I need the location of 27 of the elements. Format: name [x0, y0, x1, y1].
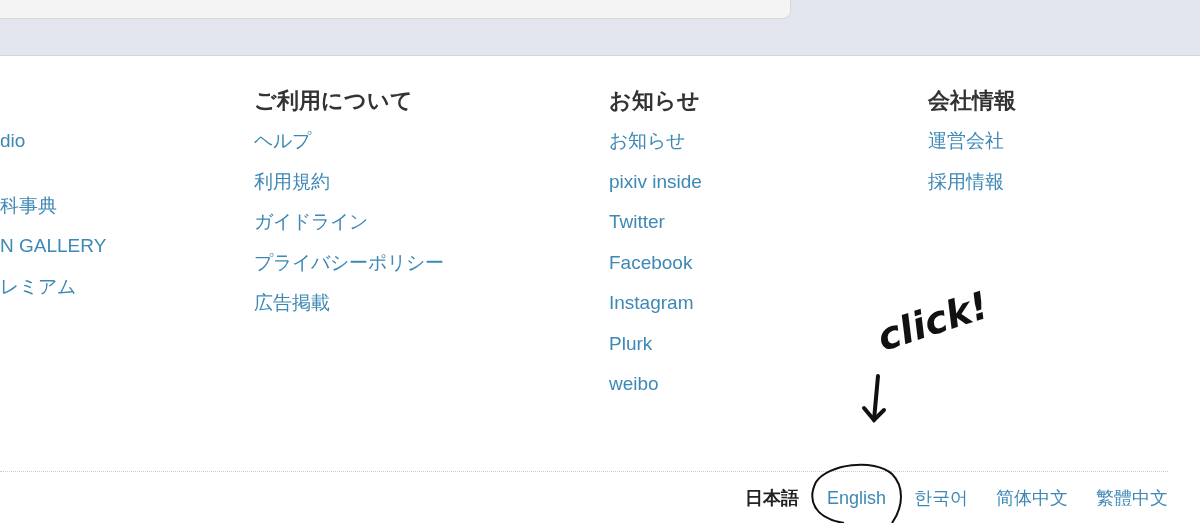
- column-heading: 会社情報: [928, 88, 1017, 115]
- handwritten-note: click!: [872, 284, 994, 358]
- footer-link[interactable]: N GALLERY: [0, 234, 107, 258]
- footer-link[interactable]: レミアム: [0, 274, 76, 299]
- footer-link[interactable]: Plurk: [609, 331, 653, 356]
- footer-link[interactable]: weibo: [609, 372, 659, 396]
- language-link[interactable]: English: [826, 486, 886, 510]
- footer-link[interactable]: dio: [0, 129, 26, 153]
- footer-link[interactable]: 利用規約: [254, 169, 330, 194]
- footer-link[interactable]: pixiv inside: [609, 169, 702, 194]
- footer-link[interactable]: プライバシーポリシー: [254, 250, 444, 275]
- footer-link[interactable]: 運営会社: [928, 129, 1004, 153]
- column-heading: お知らせ: [609, 88, 701, 115]
- language-link[interactable]: 繁體中文: [1096, 486, 1168, 510]
- footer-link[interactable]: 広告掲載: [254, 291, 330, 315]
- footer-link[interactable]: 採用情報: [928, 169, 1004, 194]
- language-link[interactable]: 简体中文: [996, 486, 1068, 510]
- footer-link[interactable]: 科事典: [0, 193, 57, 218]
- footer-link[interactable]: ヘルプ: [254, 129, 311, 153]
- footer-link[interactable]: Facebook: [609, 250, 693, 275]
- footer-link[interactable]: お知らせ: [609, 129, 685, 153]
- current-language[interactable]: 日本語: [744, 486, 799, 510]
- column-heading: ご利用について: [254, 88, 414, 115]
- footer-link[interactable]: ガイドライン: [254, 210, 368, 234]
- language-link[interactable]: 한국어: [914, 486, 968, 510]
- footer-link[interactable]: Twitter: [609, 210, 665, 234]
- footer-link[interactable]: Instagram: [609, 291, 694, 315]
